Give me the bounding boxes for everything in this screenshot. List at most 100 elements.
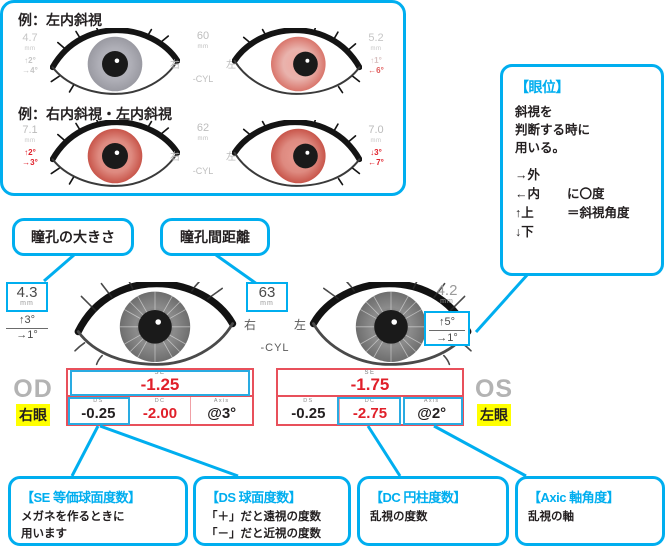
pupil-distance-callout: 瞳孔間距離 (160, 218, 270, 256)
example-row1-cyl: -CYL (192, 74, 214, 84)
pd-value: 63 (258, 284, 276, 301)
eye-illustration-left-row1 (50, 28, 180, 95)
pd-box: 63 mm (246, 282, 288, 312)
eye-illustration-right-row2 (232, 120, 362, 187)
legend-title: 【Axic 軸角度】 (528, 490, 620, 505)
main-cyl-label: -CYL (260, 342, 290, 354)
od-se-value: -1.25 (140, 375, 180, 395)
os-label-en: OS (474, 375, 514, 403)
os-pupil-value: 4.2 (436, 282, 458, 299)
legend-row: →外 (515, 166, 649, 185)
os-dc-value: -2.75 (352, 404, 388, 422)
example-panel: 例：左内斜視 4.7 mm ↑2° →4° 60 mm 右 左 -CYL 5.2… (0, 0, 406, 196)
legend-line: 用います (21, 527, 67, 540)
legend-arrow: ↓下 (515, 224, 534, 239)
pd-value: 60 (196, 30, 210, 42)
od-pupil-value: 4.3 (16, 284, 38, 301)
main-side-labels: 右 左 (244, 316, 306, 333)
os-pupil-unit: mm (440, 298, 454, 305)
os-angle-horizontal: →1° (436, 331, 458, 344)
example-row2-right-values: 7.0 mm ↓3° ←7° (352, 124, 400, 168)
od-angle-vertical: ↑3° (6, 314, 48, 329)
os-se-row: SE -1.75 (278, 370, 462, 397)
angle-vertical: ↑2° (24, 148, 36, 158)
os-ds-value: -0.25 (291, 404, 326, 422)
os-axis-cell: Axis @2° (401, 397, 462, 424)
example-row2-side-labels: 右 左 (170, 148, 236, 163)
pd-unit: mm (197, 43, 209, 50)
pupil-value: 4.7 (22, 32, 38, 44)
callout-line: 判断する時に (515, 123, 591, 138)
od-axis-cell: Axis @3° (191, 397, 252, 424)
example-row1-pd: 60 mm (168, 30, 238, 51)
eye-illustration-od (74, 282, 237, 366)
legend-box-se: 【SE 等価球面度数】 メガネを作るときに 用います (8, 476, 188, 546)
legend-line: 「－」だと近視の度数 (206, 527, 321, 540)
od-eye-position-values: ↑3° →1° (6, 314, 48, 343)
legend-title: 【DC 円柱度数】 (370, 490, 466, 505)
pupil-value: 7.0 (368, 124, 384, 136)
prescription-table-os: SE -1.75 DS -0.25 DC -2.75 Axis @2° (276, 368, 464, 426)
callout-title: 【眼位】 (515, 79, 570, 95)
example-row2-left-values: 7.1 mm ↑2° →3° (6, 124, 54, 168)
pupil-value: 5.2 (368, 32, 384, 44)
legend-box-axis: 【Axic 軸角度】 乱視の軸 (515, 476, 665, 546)
os-label-jp: 左眼 (477, 404, 511, 426)
legend-title: 【DS 球面度数】 (206, 490, 302, 505)
od-pupil-size-box: 4.3 mm (6, 282, 48, 312)
eye-illustration-left-row2 (50, 120, 180, 187)
legend-line: 「＋」だと遠視の度数 (206, 511, 321, 523)
pupil-unit: mm (370, 137, 382, 144)
eye-position-callout: 【眼位】 斜視を 判断する時に 用いる。 →外 ←内 に〇度 ↑上 ＝斜視角度 … (500, 64, 664, 276)
example-row1-side-labels: 右 左 (170, 56, 236, 71)
od-label-group: OD 右眼 (2, 377, 64, 426)
legend-arrow: ↑上 (515, 205, 534, 220)
example-row1-right-values: 5.2 mm ↑1° ←6° (352, 32, 400, 76)
pupil-unit: mm (24, 137, 36, 144)
legend-box-dc: 【DC 円柱度数】 乱視の度数 (357, 476, 509, 546)
od-ds-value: -0.25 (81, 404, 116, 422)
os-eye-position-box: ↑5° →1° (424, 311, 470, 346)
pd-unit: mm (260, 300, 274, 307)
example-row2-cyl: -CYL (192, 166, 214, 176)
legend-note: ＝斜視角度 (567, 205, 630, 220)
legend-row: ↑上 ＝斜視角度 (515, 204, 649, 223)
pupil-size-label: 瞳孔の大きさ (31, 229, 115, 245)
pupil-distance-label: 瞳孔間距離 (180, 229, 250, 245)
os-label-group: OS 左眼 (462, 377, 526, 426)
os-se-value: -1.75 (350, 375, 390, 395)
pd-unit: mm (197, 135, 209, 142)
callout-line: 斜視を (515, 105, 553, 119)
example-row1-left-values: 4.7 mm ↑2° →4° (6, 32, 54, 76)
eye-illustration-right-row1 (232, 28, 362, 95)
label-right: 右 (244, 318, 257, 332)
legend-line: メガネを作るときに (21, 511, 125, 523)
example-row2-pd: 62 mm (168, 122, 238, 143)
os-ds-cell: DS -0.25 (278, 397, 340, 424)
angle-vertical: ↑2° (24, 56, 36, 66)
od-pupil-unit: mm (20, 300, 34, 307)
os-axis-value: @2° (417, 404, 447, 422)
angle-horizontal: →3° (22, 158, 38, 168)
legend-line: 乱視の軸 (528, 511, 574, 523)
legend-row: ↓下 (515, 223, 649, 242)
callout-line: 用いる。 (515, 141, 566, 156)
connector-axis-legend (433, 424, 527, 478)
legend-box-ds: 【DS 球面度数】 「＋」だと遠視の度数 「－」だと近視の度数 (193, 476, 351, 546)
od-angle-horizontal: →1° (16, 328, 38, 341)
pupil-size-callout: 瞳孔の大きさ (12, 218, 134, 256)
od-se-row: SE -1.25 (68, 370, 252, 397)
pupil-unit: mm (24, 45, 36, 52)
od-ds-cell: DS -0.25 (68, 397, 130, 424)
connector-ds-legend (99, 424, 239, 478)
angle-vertical: ↑1° (370, 56, 382, 66)
legend-arrow: ←内 (515, 187, 541, 202)
angle-horizontal: ←6° (368, 66, 384, 76)
pupil-value: 7.1 (22, 124, 38, 136)
example-row-title: 例：左内斜視 (18, 12, 102, 28)
label-right: 右 (170, 152, 180, 163)
prescription-table-od: SE -1.25 DS -0.25 DC -2.00 Axis @3° (66, 368, 254, 426)
legend-line: 乱視の度数 (370, 511, 428, 523)
pupil-unit: mm (370, 45, 382, 52)
od-label-jp: 右眼 (16, 404, 50, 426)
